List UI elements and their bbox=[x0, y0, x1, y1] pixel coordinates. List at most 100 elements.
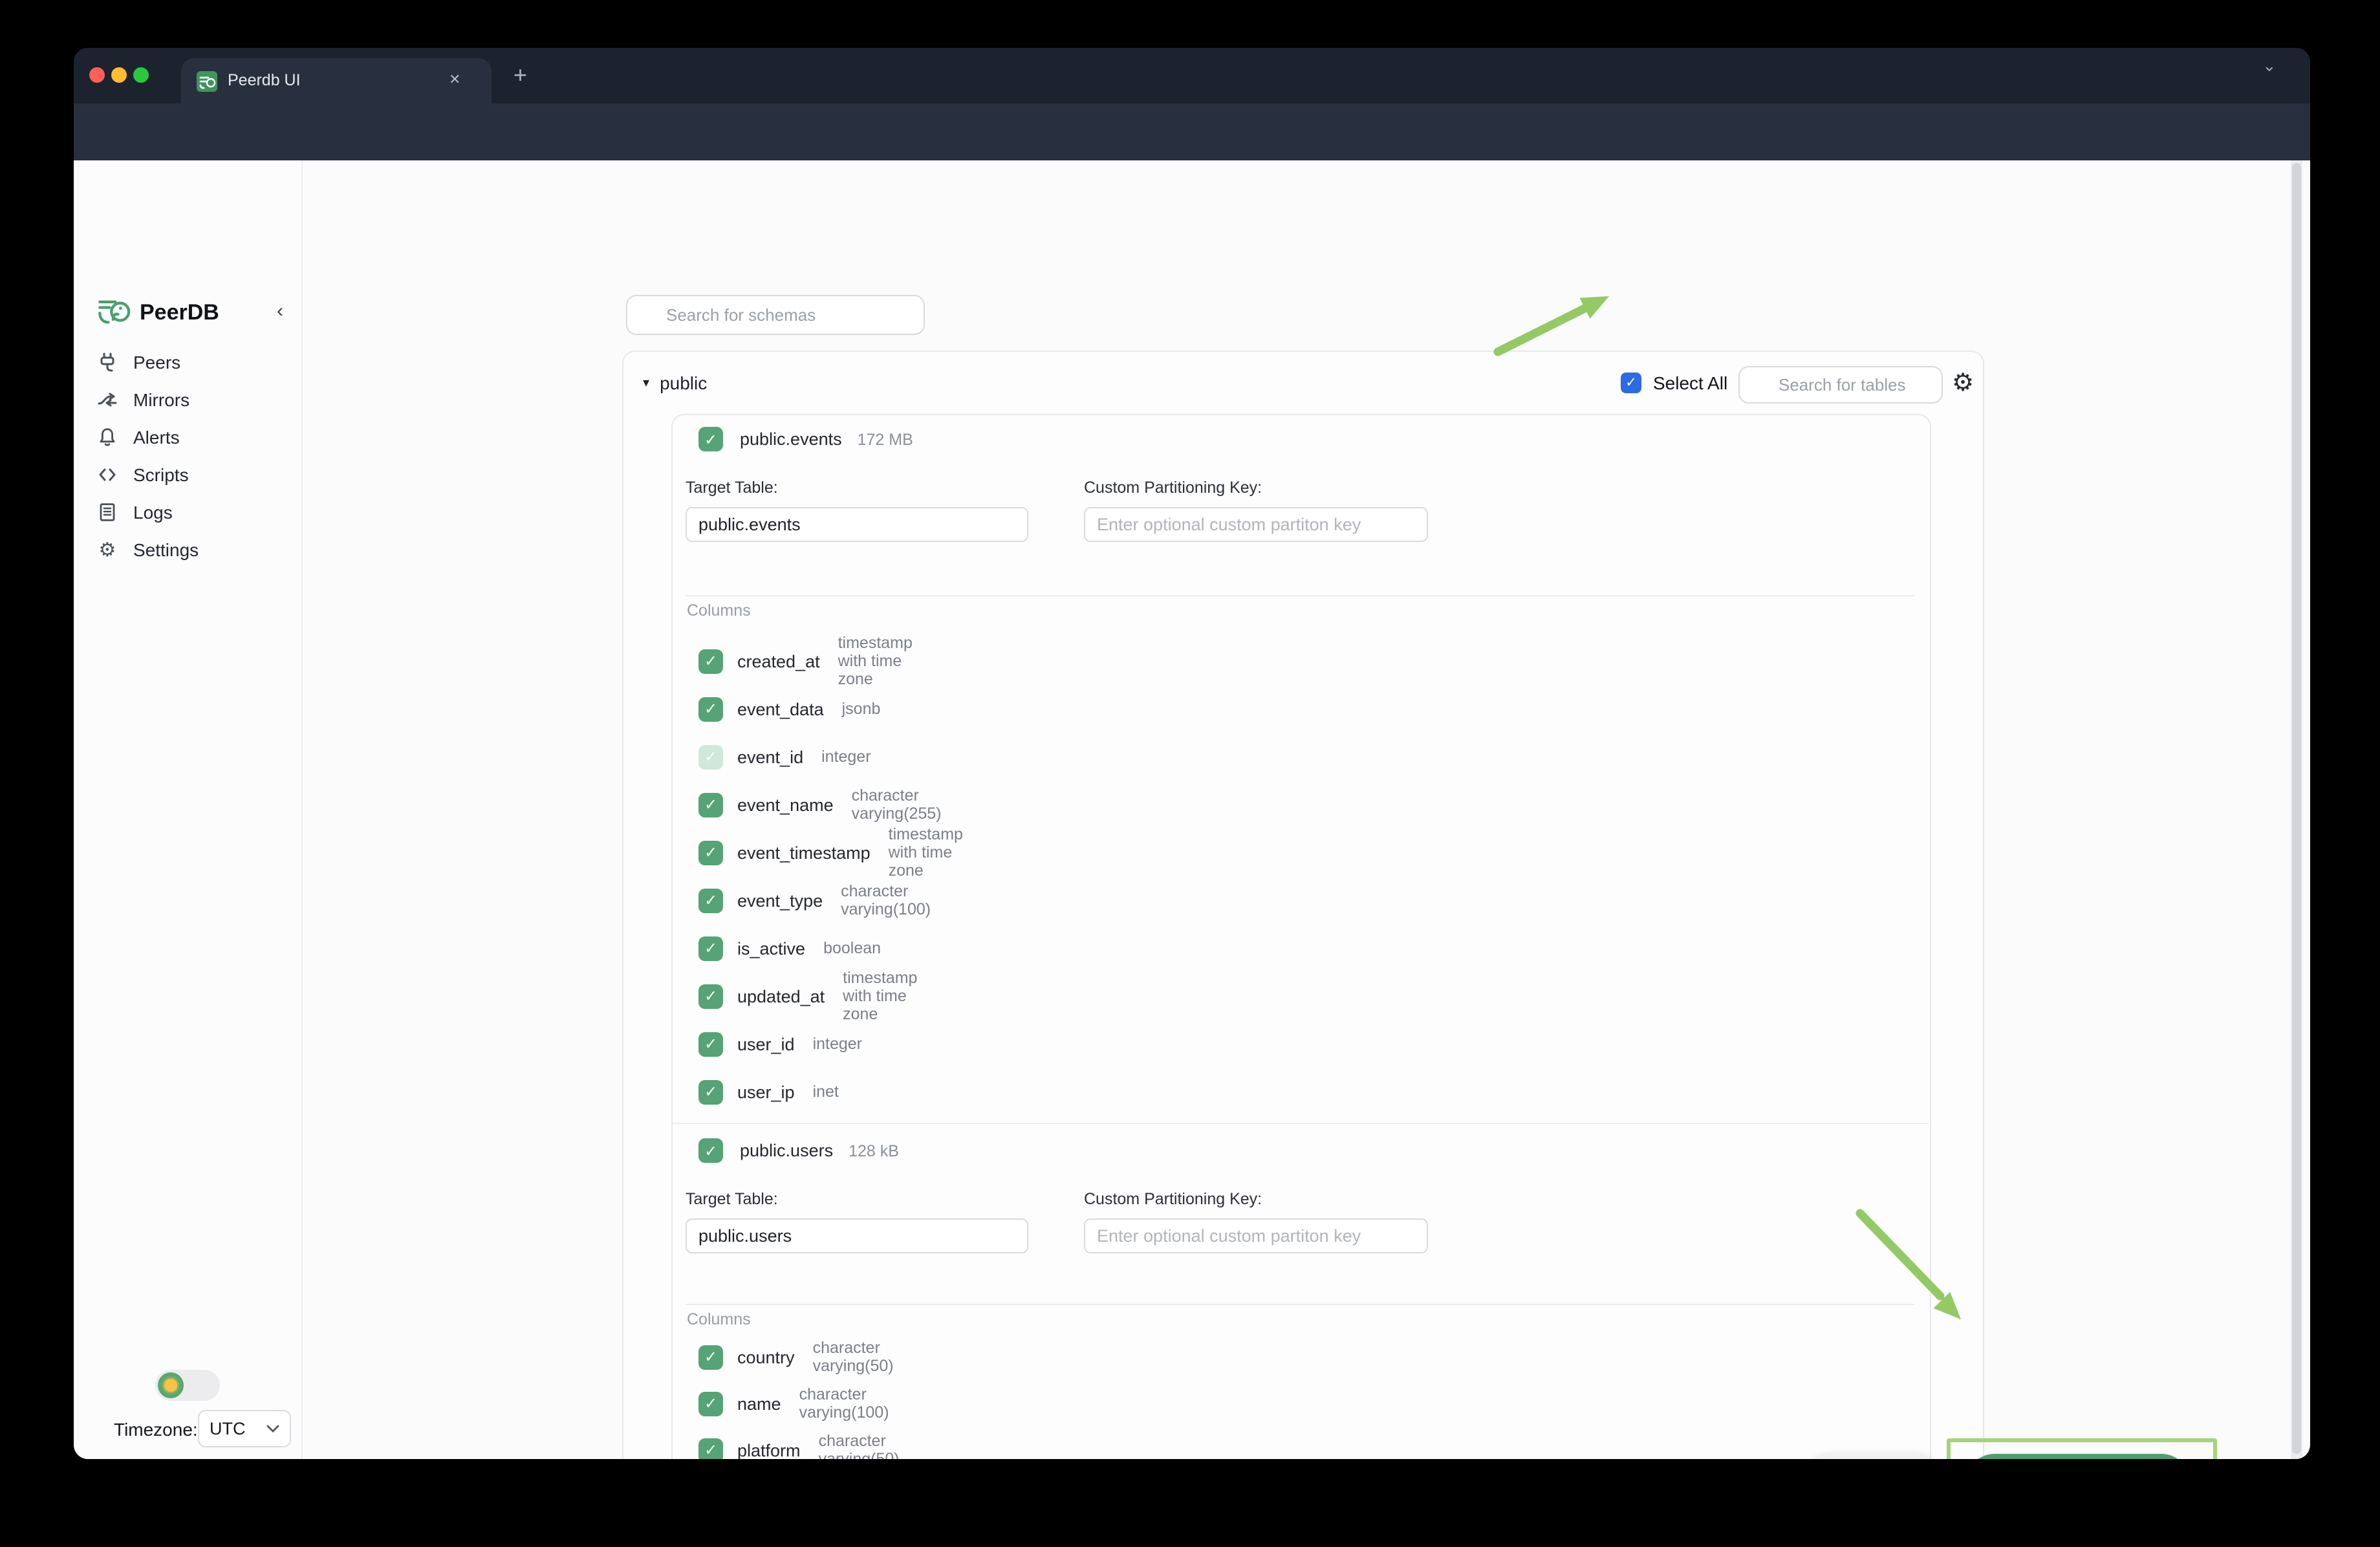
scrollbar-track[interactable] bbox=[2291, 160, 2302, 1459]
column-row-updated_at: ✓updated_attimestamp with time zone bbox=[698, 980, 917, 1012]
chevron-down-icon bbox=[266, 1424, 279, 1433]
section-divider bbox=[686, 595, 1914, 596]
column-checkbox[interactable]: ✓ bbox=[698, 697, 723, 721]
columns-label: Columns bbox=[687, 601, 751, 620]
column-name: user_id bbox=[737, 1034, 795, 1054]
sidebar-item-label: Scripts bbox=[133, 464, 189, 485]
column-row-user_ip: ✓user_ipinet bbox=[698, 1076, 839, 1107]
browser-window: Peerdb UI ✕ + ⌄ Not Secure :3000/mirrors… bbox=[74, 48, 2310, 1459]
column-name: event_name bbox=[737, 795, 834, 814]
sidebar-item-alerts[interactable]: Alerts bbox=[97, 423, 291, 451]
column-type: integer bbox=[813, 1035, 862, 1053]
validate-button[interactable]: Validate bbox=[1804, 1453, 1942, 1459]
column-type: character varying(50) bbox=[813, 1339, 894, 1375]
column-checkbox[interactable]: ✓ bbox=[698, 744, 723, 769]
sidebar-item-peers[interactable]: Peers bbox=[97, 348, 291, 376]
bell-icon bbox=[97, 427, 118, 448]
target-table-input[interactable] bbox=[686, 1218, 1028, 1253]
table-name: public.users bbox=[740, 1141, 833, 1160]
theme-toggle[interactable] bbox=[155, 1370, 220, 1401]
minimize-window-button[interactable] bbox=[111, 67, 127, 83]
column-checkbox[interactable]: ✓ bbox=[698, 1032, 723, 1056]
select-all-label: Select All bbox=[1653, 373, 1727, 393]
column-row-event_type: ✓event_typecharacter varying(100) bbox=[698, 885, 931, 916]
column-checkbox[interactable]: ✓ bbox=[698, 1391, 723, 1416]
target-table-input[interactable] bbox=[686, 507, 1028, 542]
table-size: 128 kB bbox=[849, 1141, 899, 1160]
column-row-country: ✓ country character varying(50) bbox=[698, 1341, 894, 1372]
sidebar-collapse-icon[interactable]: ‹ bbox=[277, 300, 283, 322]
new-tab-button[interactable]: + bbox=[514, 53, 527, 98]
tab-title: Peerdb UI bbox=[228, 58, 301, 103]
table-size: 172 MB bbox=[858, 430, 913, 448]
column-type: character varying(255) bbox=[852, 786, 942, 823]
partition-key-input[interactable] bbox=[1084, 1218, 1428, 1253]
partition-key-label: Custom Partitioning Key: bbox=[1084, 479, 1262, 497]
partition-key-input[interactable] bbox=[1084, 507, 1428, 542]
mirror-arrows-icon bbox=[97, 389, 118, 410]
column-type: character varying(100) bbox=[799, 1385, 889, 1422]
column-checkbox[interactable]: ✓ bbox=[698, 1438, 723, 1459]
column-name: name bbox=[737, 1394, 781, 1413]
code-icon bbox=[97, 464, 118, 485]
sidebar-item-label: Alerts bbox=[133, 427, 180, 448]
close-tab-icon[interactable]: ✕ bbox=[449, 58, 460, 103]
table-checkbox[interactable]: ✓ bbox=[698, 427, 723, 451]
target-table-label: Target Table: bbox=[686, 1190, 778, 1208]
plug-icon bbox=[97, 352, 118, 373]
column-row-event_data: ✓event_datajsonb bbox=[698, 693, 880, 724]
column-row-is_active: ✓is_activeboolean bbox=[698, 933, 881, 964]
scrollbar-thumb[interactable] bbox=[2292, 163, 2301, 1454]
schema-header[interactable]: ▾ public bbox=[643, 373, 707, 393]
column-name: user_ip bbox=[737, 1082, 795, 1101]
brand-title: PeerDB bbox=[140, 300, 219, 326]
schema-search-input[interactable] bbox=[626, 295, 925, 335]
sidebar-item-logs[interactable]: Logs bbox=[97, 498, 291, 526]
column-checkbox[interactable]: ✓ bbox=[698, 649, 723, 673]
column-type: timestamp with time zone bbox=[889, 825, 963, 880]
tab-search-chevron-icon[interactable]: ⌄ bbox=[2262, 56, 2277, 76]
select-all-checkbox[interactable]: ✓ bbox=[1621, 373, 1641, 393]
column-name: country bbox=[737, 1347, 795, 1367]
column-checkbox[interactable]: ✓ bbox=[698, 984, 723, 1008]
column-type: boolean bbox=[823, 939, 881, 957]
sidebar-item-settings[interactable]: ⚙ Settings bbox=[97, 536, 291, 564]
browser-tab[interactable]: Peerdb UI ✕ bbox=[181, 58, 492, 103]
theme-toggle-knob bbox=[158, 1372, 184, 1398]
sidebar-item-label: Mirrors bbox=[133, 389, 189, 410]
schema-caret-icon[interactable]: ▾ bbox=[643, 376, 649, 390]
column-checkbox[interactable]: ✓ bbox=[698, 1345, 723, 1369]
sidebar-item-scripts[interactable]: Scripts bbox=[97, 460, 291, 489]
peerdb-favicon bbox=[197, 71, 217, 92]
sidebar-item-label: Settings bbox=[133, 539, 199, 560]
table-row-public-users: ✓ public.users 128 kB bbox=[698, 1138, 899, 1163]
timezone-value: UTC bbox=[210, 1419, 246, 1438]
tab-strip: Peerdb UI ✕ + ⌄ bbox=[74, 48, 2310, 103]
table-divider bbox=[671, 1123, 1929, 1124]
column-row-name: ✓ name character varying(100) bbox=[698, 1388, 889, 1419]
create-mirror-button[interactable]: + Create Mirror bbox=[1966, 1454, 2190, 1459]
timezone-select[interactable]: UTC bbox=[198, 1410, 291, 1447]
column-type: jsonb bbox=[842, 700, 881, 718]
sidebar-item-mirrors[interactable]: Mirrors bbox=[97, 385, 291, 414]
column-checkbox[interactable]: ✓ bbox=[698, 888, 723, 913]
table-settings-gear-icon[interactable]: ⚙ bbox=[1952, 369, 1974, 398]
column-type: timestamp with time zone bbox=[838, 634, 913, 688]
table-row-public-events: ✓ public.events 172 MB bbox=[698, 427, 913, 451]
column-name: created_at bbox=[737, 651, 820, 671]
target-table-label: Target Table: bbox=[686, 479, 778, 497]
table-checkbox[interactable]: ✓ bbox=[698, 1138, 723, 1163]
column-checkbox[interactable]: ✓ bbox=[698, 1079, 723, 1104]
column-type: integer bbox=[821, 748, 871, 766]
column-name: event_timestamp bbox=[737, 843, 871, 862]
column-checkbox[interactable]: ✓ bbox=[698, 840, 723, 865]
column-checkbox[interactable]: ✓ bbox=[698, 792, 723, 817]
column-type: character varying(100) bbox=[841, 882, 931, 918]
schema-name: public bbox=[660, 373, 707, 393]
app-sidebar: PeerDB ‹ Peers Mirrors Alerts Scripts bbox=[74, 160, 303, 1459]
close-window-button[interactable] bbox=[89, 67, 105, 83]
columns-label: Columns bbox=[687, 1310, 751, 1328]
column-checkbox[interactable]: ✓ bbox=[698, 936, 723, 960]
table-search-input[interactable] bbox=[1738, 366, 1943, 404]
zoom-window-button[interactable] bbox=[133, 67, 149, 83]
